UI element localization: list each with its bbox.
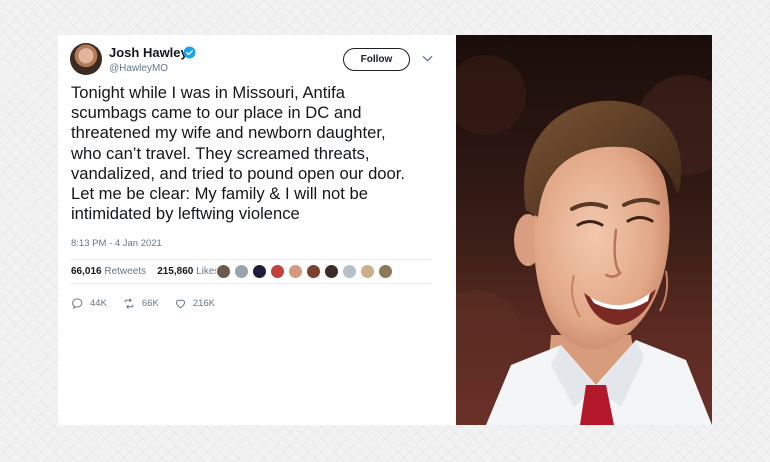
verified-badge-icon <box>183 46 196 59</box>
liker-avatar[interactable] <box>324 264 339 279</box>
engagement-stats: 66,016 Retweets 215,860 Likes <box>71 266 219 277</box>
tweet-timestamp[interactable]: 8:13 PM - 4 Jan 2021 <box>71 238 162 249</box>
display-name[interactable]: Josh Hawley <box>109 45 188 60</box>
liker-avatar[interactable] <box>216 264 231 279</box>
portrait-illustration <box>456 55 712 425</box>
tweet-card: Josh Hawley @HawleyMO Follow Tonight whi… <box>58 35 456 425</box>
liker-avatar[interactable] <box>360 264 375 279</box>
follow-button[interactable]: Follow <box>343 48 410 71</box>
avatar[interactable] <box>70 43 102 75</box>
like-button[interactable]: 216K <box>174 297 215 310</box>
heart-icon <box>175 299 185 309</box>
liker-avatar[interactable] <box>234 264 249 279</box>
liker-avatar[interactable] <box>288 264 303 279</box>
chevron-down-icon[interactable] <box>422 55 433 63</box>
tweet-text: Tonight while I was in Missouri, Antifa … <box>71 83 405 224</box>
reply-button[interactable]: 44K <box>71 297 107 310</box>
retweets-label[interactable]: Retweets <box>104 266 146 277</box>
retweet-button[interactable]: 66K <box>122 297 159 310</box>
portrait-photo <box>456 35 712 425</box>
like-action-count: 216K <box>192 298 215 309</box>
retweets-count[interactable]: 66,016 <box>71 266 102 277</box>
divider <box>71 283 431 284</box>
retweet-action-count: 66K <box>141 298 159 309</box>
likes-count[interactable]: 215,860 <box>157 266 193 277</box>
liker-avatar[interactable] <box>306 264 321 279</box>
liker-avatar[interactable] <box>252 264 267 279</box>
reply-count: 44K <box>90 298 107 309</box>
liker-avatar[interactable] <box>342 264 357 279</box>
divider <box>71 259 431 260</box>
liker-avatar[interactable] <box>270 264 285 279</box>
retweet-icon <box>124 298 134 309</box>
liker-avatar[interactable] <box>378 264 393 279</box>
liker-avatars[interactable] <box>216 264 396 280</box>
reply-icon <box>72 298 83 310</box>
user-handle[interactable]: @HawleyMO <box>109 63 168 74</box>
tweet-actions: 44K 66K 216K <box>71 297 230 310</box>
